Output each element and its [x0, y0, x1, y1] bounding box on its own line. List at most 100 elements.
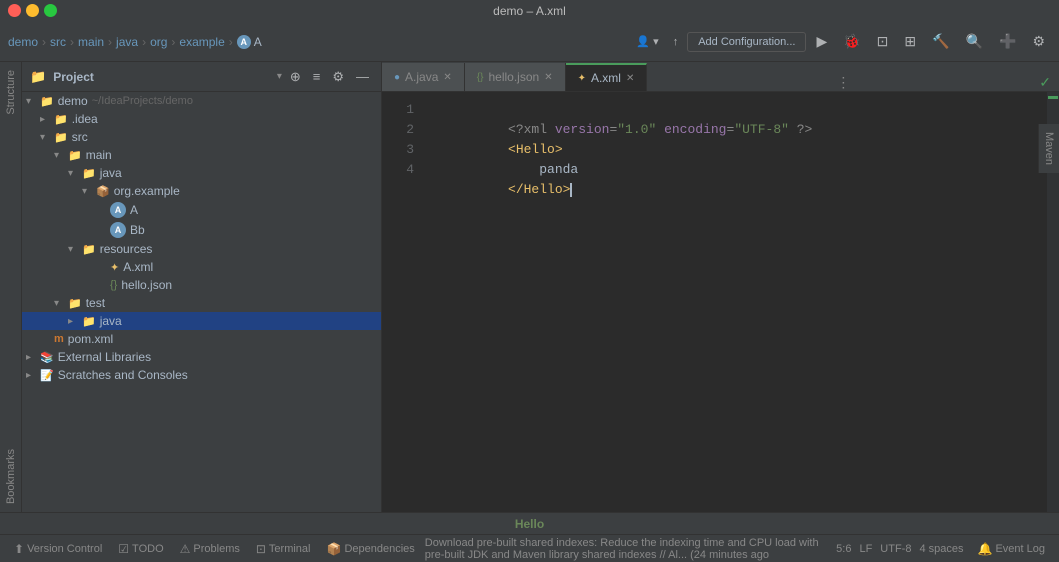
- search-button[interactable]: 🔍: [960, 30, 989, 53]
- class-bb-icon: A: [110, 222, 126, 238]
- dependencies-label: Dependencies: [344, 543, 414, 555]
- project-title: Project: [53, 70, 273, 84]
- axml-tab-close[interactable]: ✕: [626, 73, 634, 84]
- todo-button[interactable]: ☑ TODO: [112, 540, 169, 558]
- todo-icon: ☑: [118, 542, 129, 556]
- settings-button[interactable]: ⚙: [1026, 30, 1051, 53]
- scratches-icon: 📝: [40, 369, 54, 382]
- tab-ajava[interactable]: ● A.java ✕: [382, 63, 465, 91]
- version-control-button[interactable]: ⬆ Version Control: [8, 540, 108, 558]
- tree-arrow-resources: ▾: [68, 244, 82, 255]
- editor-check-mark: ✓: [1039, 74, 1059, 91]
- code-editor[interactable]: <?xml version="1.0" encoding="UTF-8" ?> …: [422, 92, 1047, 512]
- close-button[interactable]: [8, 4, 21, 17]
- terminal-button[interactable]: ⊡ Terminal: [250, 540, 317, 558]
- line-num-2: 2: [382, 120, 414, 140]
- tree-item-demo[interactable]: ▾ 📁 demo ~/IdeaProjects/demo: [22, 92, 381, 110]
- maximize-button[interactable]: [44, 4, 57, 17]
- coverage-button[interactable]: ⊡: [871, 30, 895, 53]
- breadcrumb-src[interactable]: src: [50, 35, 66, 49]
- breadcrumb-class-a[interactable]: A: [254, 35, 262, 49]
- event-log-button[interactable]: 🔔 Event Log: [972, 540, 1052, 558]
- collapse-all-button[interactable]: ≡: [309, 67, 325, 86]
- tree-arrow-org-example: ▾: [82, 186, 96, 197]
- tree-item-test-java[interactable]: ▸ 📁 java: [22, 312, 381, 330]
- build-button[interactable]: 🔨: [926, 30, 955, 53]
- position-indicator[interactable]: 5:6: [836, 543, 851, 555]
- breadcrumb-demo[interactable]: demo: [8, 35, 38, 49]
- add-button[interactable]: ➕: [993, 30, 1022, 53]
- breadcrumb-main[interactable]: main: [78, 35, 104, 49]
- tree-item-hellojson[interactable]: {} hello.json: [22, 276, 381, 294]
- dependencies-button[interactable]: 📦 Dependencies: [321, 540, 421, 558]
- debug-button[interactable]: 🐞: [837, 30, 866, 53]
- expand-all-button[interactable]: ⊕: [286, 67, 305, 87]
- close-panel-button[interactable]: —: [352, 67, 373, 86]
- tree-item-class-a[interactable]: A A: [22, 200, 381, 220]
- profile-button[interactable]: ⊞: [898, 30, 922, 53]
- test-java-folder-icon: 📁: [82, 315, 96, 328]
- gutter-mark-1[interactable]: [1048, 96, 1058, 99]
- axml-icon: ✦: [110, 261, 119, 274]
- project-dropdown-icon[interactable]: ▾: [277, 71, 282, 82]
- structure-button[interactable]: Structure: [2, 62, 20, 123]
- tree-arrow-main: ▾: [54, 150, 68, 161]
- navigate-back-button[interactable]: ↑: [668, 33, 684, 51]
- tree-item-class-bb[interactable]: A Bb: [22, 220, 381, 240]
- add-configuration-button[interactable]: Add Configuration...: [687, 32, 806, 52]
- project-icon: 📁: [40, 95, 54, 108]
- test-folder-icon: 📁: [68, 297, 82, 310]
- top-toolbar: demo › src › main › java › org › example…: [0, 22, 1059, 62]
- editor-content[interactable]: 1 2 3 4 <?xml version="1.0" encoding="UT…: [382, 92, 1059, 512]
- breadcrumb-example[interactable]: example: [179, 35, 224, 49]
- breadcrumb-java[interactable]: java: [116, 35, 138, 49]
- tree-item-java[interactable]: ▾ 📁 java: [22, 164, 381, 182]
- tree-settings-button[interactable]: ⚙: [328, 67, 348, 87]
- tree-item-scratches[interactable]: ▸ 📝 Scratches and Consoles: [22, 366, 381, 384]
- line-ending-indicator[interactable]: LF: [859, 543, 872, 555]
- breadcrumb-org[interactable]: org: [150, 35, 167, 49]
- tree-item-test[interactable]: ▾ 📁 test: [22, 294, 381, 312]
- tree-item-external-libs[interactable]: ▸ 📚 External Libraries: [22, 348, 381, 366]
- editor-tabs: ● A.java ✕ {} hello.json ✕ ✦ A.xml ✕ ⋮ ✓: [382, 62, 1059, 92]
- traffic-lights: [8, 4, 57, 17]
- user-icon-button[interactable]: 👤 ▾: [631, 32, 663, 51]
- problems-button[interactable]: ⚠ Problems: [174, 540, 246, 558]
- side-panel-buttons: Structure Bookmarks: [0, 62, 22, 512]
- tree-label-test-java: java: [100, 314, 122, 328]
- status-word: Hello: [8, 517, 1051, 531]
- tab-label-hellojson: hello.json: [488, 70, 539, 84]
- tab-label-axml: A.xml: [591, 71, 621, 85]
- status-message: Download pre-built shared indexes: Reduc…: [425, 537, 832, 561]
- maven-tab[interactable]: Maven: [1038, 124, 1059, 173]
- tree-item-idea[interactable]: ▸ 📁 .idea: [22, 110, 381, 128]
- bottom-toolbar: ⬆ Version Control ☑ TODO ⚠ Problems ⊡ Te…: [0, 534, 1059, 562]
- tree-item-org-example[interactable]: ▾ 📦 org.example: [22, 182, 381, 200]
- tree-item-pom[interactable]: m pom.xml: [22, 330, 381, 348]
- ajava-tab-close[interactable]: ✕: [443, 72, 451, 83]
- problems-label: Problems: [193, 543, 239, 555]
- tab-axml[interactable]: ✦ A.xml ✕: [566, 63, 648, 91]
- tab-hellojson[interactable]: {} hello.json ✕: [465, 63, 566, 91]
- tree-label-main: main: [86, 148, 112, 162]
- tree-item-src[interactable]: ▾ 📁 src: [22, 128, 381, 146]
- breadcrumb: demo › src › main › java › org › example…: [8, 35, 627, 49]
- hellojson-tab-close[interactable]: ✕: [544, 72, 552, 83]
- main-folder-icon: 📁: [68, 149, 82, 162]
- tabs-menu-button[interactable]: ⋮: [830, 74, 856, 91]
- main-area: Structure Bookmarks 📁 Project ▾ ⊕ ≡ ⚙ — …: [0, 62, 1059, 512]
- hellojson-icon: {}: [110, 279, 117, 291]
- tree-item-axml[interactable]: ✦ A.xml: [22, 258, 381, 276]
- tree-label-test: test: [86, 296, 105, 310]
- tree-label-hellojson: hello.json: [121, 278, 172, 292]
- tree-item-main[interactable]: ▾ 📁 main: [22, 146, 381, 164]
- terminal-icon: ⊡: [256, 542, 266, 556]
- ext-libs-icon: 📚: [40, 351, 54, 364]
- indent-indicator[interactable]: 4 spaces: [919, 543, 963, 555]
- run-button[interactable]: ▶: [810, 30, 833, 53]
- bookmarks-button[interactable]: Bookmarks: [2, 441, 20, 512]
- encoding-indicator[interactable]: UTF-8: [880, 543, 911, 555]
- tree-item-resources[interactable]: ▾ 📁 resources: [22, 240, 381, 258]
- window-title: demo – A.xml: [493, 4, 566, 18]
- minimize-button[interactable]: [26, 4, 39, 17]
